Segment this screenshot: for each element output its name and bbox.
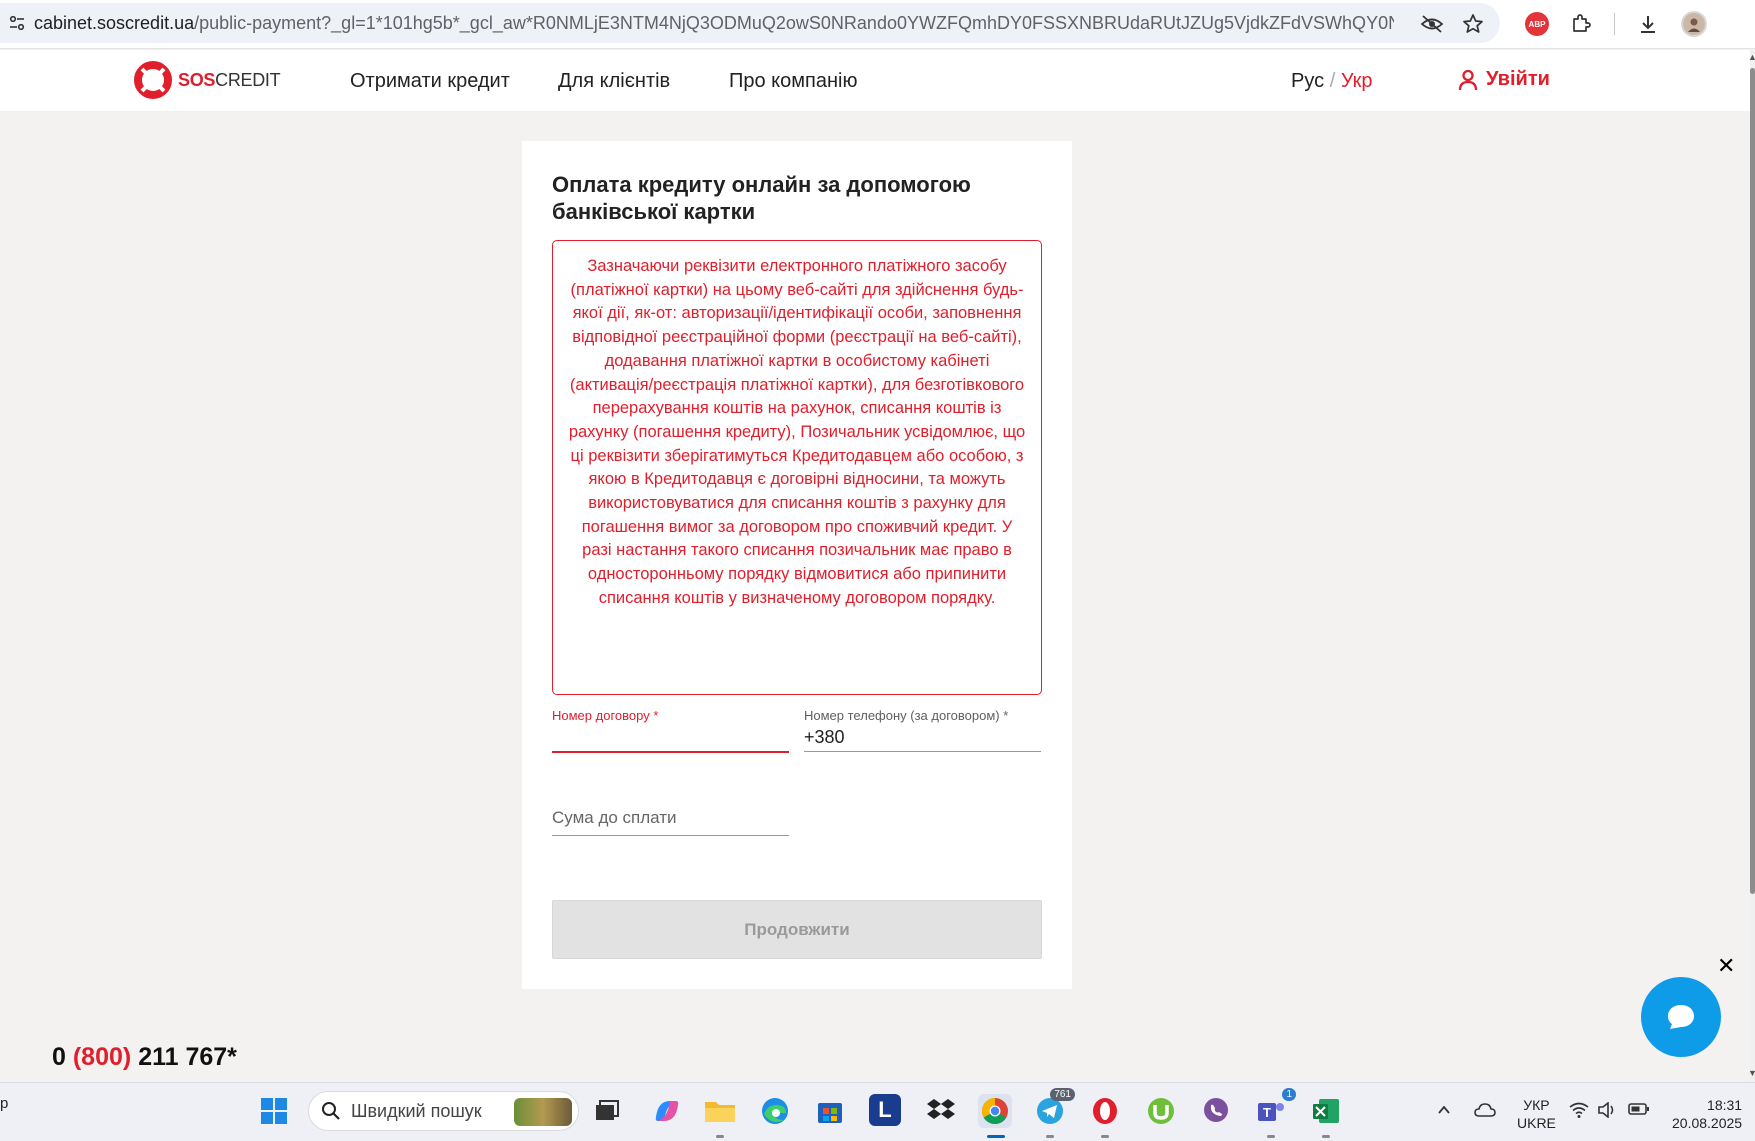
- phone-number-field: Номер телефону (за договором) *: [804, 708, 1041, 752]
- nav-for-clients[interactable]: Для клієнтів: [558, 70, 670, 93]
- teams-icon[interactable]: T 1: [1254, 1088, 1296, 1128]
- excel-icon[interactable]: [1309, 1094, 1343, 1128]
- download-icon[interactable]: [1633, 9, 1663, 39]
- search-icon: [322, 1102, 340, 1120]
- clock-date: 20.08.2025: [1672, 1115, 1743, 1131]
- utorrent-icon[interactable]: [1144, 1094, 1178, 1128]
- dropbox-icon[interactable]: [924, 1094, 958, 1128]
- system-clock[interactable]: 18:31 20.08.2025: [1672, 1096, 1742, 1132]
- viber-icon[interactable]: [1199, 1094, 1233, 1128]
- windows-start-icon[interactable]: [257, 1094, 291, 1128]
- chat-close-icon[interactable]: ✕: [1717, 953, 1735, 979]
- teams-running-indicator: [1267, 1135, 1275, 1138]
- phone-number-underline: [804, 751, 1041, 752]
- svg-text:T: T: [1263, 1105, 1271, 1120]
- nav-about-company[interactable]: Про компанію: [729, 70, 857, 93]
- opera-browser-icon[interactable]: [1088, 1094, 1122, 1128]
- excel-running-indicator: [1322, 1135, 1330, 1138]
- toolbar-separator: [1614, 13, 1615, 35]
- user-icon: [1458, 69, 1478, 91]
- scroll-down-arrow-icon[interactable]: ▼: [1748, 1068, 1755, 1078]
- task-view-icon[interactable]: [590, 1094, 624, 1128]
- adblock-extension-icon[interactable]: ABP: [1522, 9, 1552, 39]
- phone-prefix: 0: [52, 1043, 66, 1071]
- url-text[interactable]: cabinet.soscredit.ua/public-payment?_gl=…: [34, 13, 1394, 34]
- card-data-notice: Зазначаючи реквізити електронного платіж…: [552, 240, 1042, 695]
- teams-notification-badge: 1: [1282, 1088, 1296, 1101]
- contract-number-input[interactable]: [552, 723, 789, 751]
- taskbar-search-box[interactable]: Швидкий пошук: [308, 1091, 579, 1131]
- telegram-running-indicator: [1046, 1135, 1054, 1138]
- extensions-puzzle-icon[interactable]: [1566, 9, 1596, 39]
- chrome-active-indicator: [987, 1135, 1005, 1138]
- chat-bubble-icon: [1668, 1005, 1694, 1029]
- language-switcher: Рус / Укр: [1291, 70, 1373, 93]
- keyboard-language-indicator[interactable]: УКР UKRE: [1517, 1096, 1556, 1132]
- logo-text: SOSCREDIT: [178, 69, 281, 90]
- nav-get-credit[interactable]: Отримати кредит: [350, 70, 510, 93]
- l-app-icon[interactable]: L: [869, 1094, 901, 1126]
- tracking-protection-icon[interactable]: [1417, 9, 1447, 39]
- lang-ua[interactable]: Укр: [1341, 70, 1373, 92]
- soscredit-logo[interactable]: SOSCREDIT: [134, 61, 281, 99]
- continue-button[interactable]: Продовжити: [552, 900, 1042, 959]
- payment-sum-underline: [552, 835, 789, 836]
- chat-widget-button[interactable]: [1641, 977, 1721, 1057]
- login-button[interactable]: Увійти: [1458, 68, 1550, 91]
- copilot-icon[interactable]: [650, 1094, 684, 1128]
- taskbar-left-text: р: [0, 1095, 9, 1112]
- payment-card: Оплата кредиту онлайн за допомогою банкі…: [522, 141, 1072, 989]
- payment-sum-field: [552, 801, 789, 836]
- clock-time: 18:31: [1707, 1097, 1743, 1113]
- bookmark-star-icon[interactable]: [1458, 9, 1488, 39]
- taskbar-search-placeholder: Швидкий пошук: [351, 1100, 482, 1121]
- contract-number-field: Номер договору *: [552, 708, 789, 753]
- site-header: SOSCREDIT Отримати кредит Для клієнтів П…: [0, 50, 1750, 111]
- payment-sum-input[interactable]: [552, 801, 789, 835]
- profile-avatar-icon[interactable]: [1679, 9, 1709, 39]
- contract-number-label: Номер договору *: [552, 708, 659, 723]
- file-explorer-running-indicator: [716, 1135, 724, 1138]
- microsoft-store-icon[interactable]: [813, 1094, 847, 1128]
- onedrive-cloud-icon[interactable]: [1474, 1102, 1496, 1123]
- phone-code: (800): [72, 1043, 132, 1071]
- edge-browser-icon[interactable]: [758, 1094, 792, 1128]
- battery-icon[interactable]: [1628, 1102, 1650, 1121]
- volume-icon[interactable]: [1597, 1101, 1617, 1123]
- search-highlight-image: [514, 1098, 572, 1126]
- browser-toolbar: cabinet.soscredit.ua/public-payment?_gl=…: [0, 0, 1755, 49]
- file-explorer-icon[interactable]: [703, 1094, 737, 1128]
- page-title: Оплата кредиту онлайн за допомогою банкі…: [552, 172, 971, 224]
- windows-taskbar: р Швидкий пошук L 761 T 1 УКР UKRE 18:31…: [0, 1082, 1755, 1141]
- telegram-unread-badge: 761: [1050, 1088, 1075, 1101]
- contract-number-underline: [552, 751, 789, 753]
- phone-number-label: Номер телефону (за договором) *: [804, 708, 1009, 723]
- opera-running-indicator: [1101, 1135, 1109, 1138]
- wifi-icon[interactable]: [1569, 1102, 1589, 1123]
- phone-number-input[interactable]: [804, 723, 1041, 751]
- phone-number: 211 767*: [138, 1043, 237, 1071]
- login-label: Увійти: [1486, 68, 1550, 90]
- lang-top: УКР: [1523, 1097, 1550, 1113]
- telegram-icon[interactable]: 761: [1033, 1088, 1075, 1128]
- chrome-browser-icon[interactable]: [978, 1094, 1012, 1128]
- lang-separator: /: [1329, 70, 1336, 92]
- site-settings-icon[interactable]: [0, 3, 34, 43]
- lifebuoy-icon: [134, 61, 172, 99]
- tray-overflow-chevron-icon[interactable]: [1436, 1102, 1452, 1123]
- address-bar[interactable]: cabinet.soscredit.ua/public-payment?_gl=…: [0, 3, 1500, 43]
- scroll-up-arrow-icon[interactable]: ▲: [1748, 52, 1755, 62]
- lang-bottom: UKRE: [1517, 1115, 1556, 1131]
- hotline-phone[interactable]: 0 (800) 211 767*: [52, 1043, 237, 1072]
- page-scrollbar-thumb[interactable]: [1750, 68, 1755, 894]
- lang-ru[interactable]: Рус: [1291, 70, 1324, 92]
